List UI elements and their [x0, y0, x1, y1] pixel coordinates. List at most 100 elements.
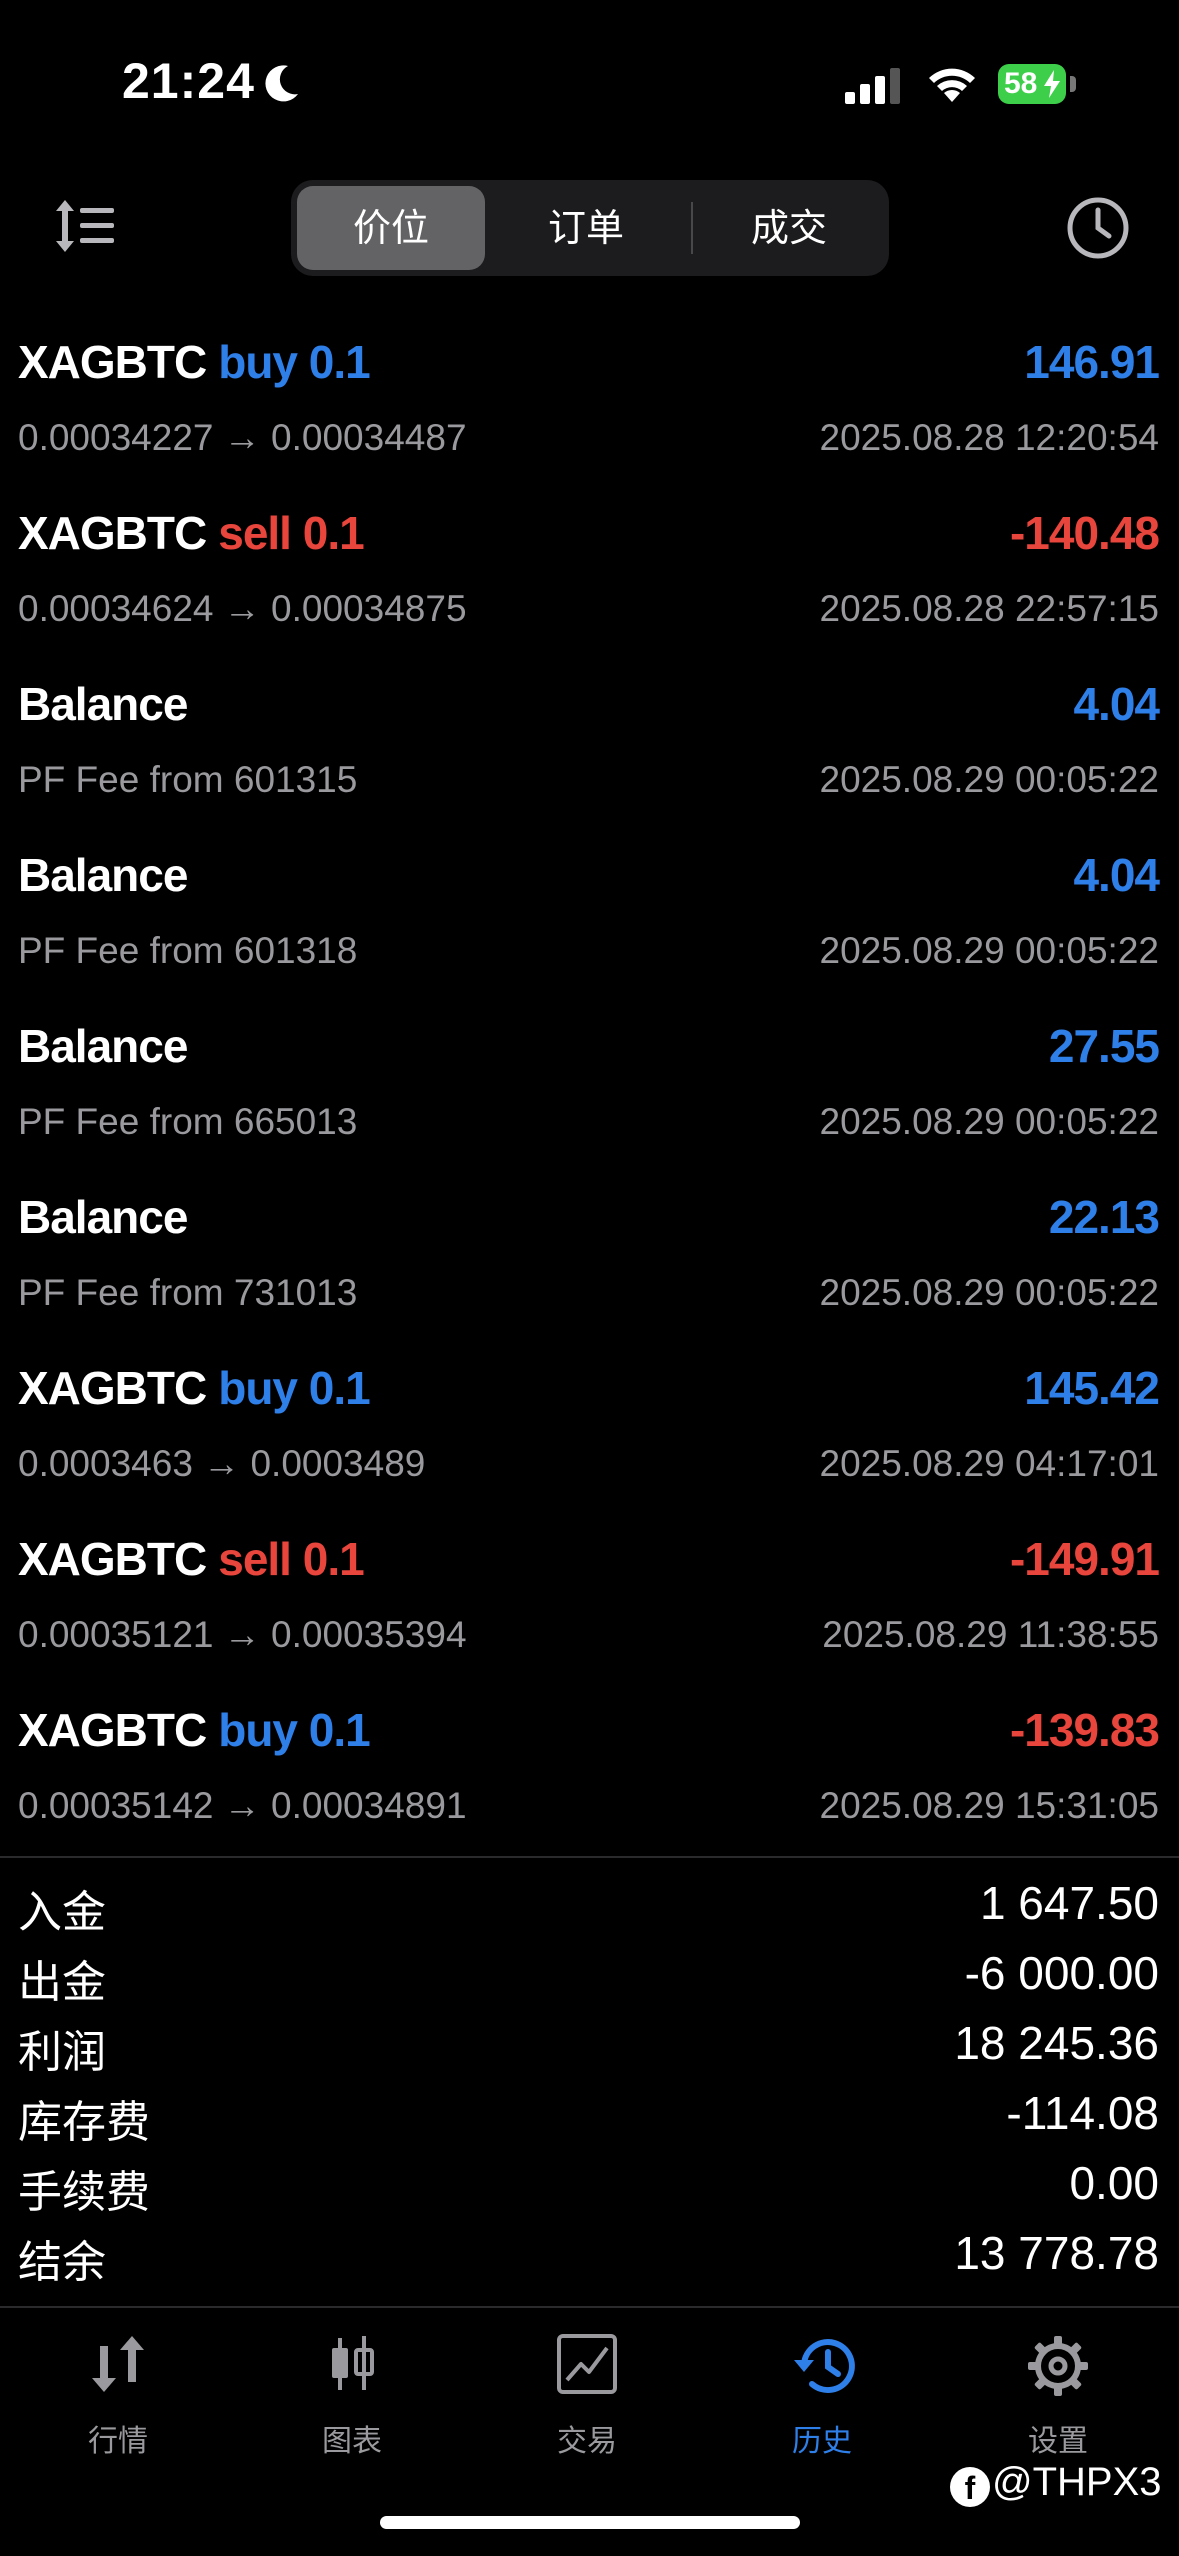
summary-value: 13 778.78: [954, 2227, 1159, 2279]
deal-detail: 0.00034624 → 0.00034875: [18, 588, 467, 629]
deal-row[interactable]: XAGBTC sell 0.1 0.00034624 → 0.00034875 -14…: [0, 486, 1179, 657]
deal-row[interactable]: XAGBTC buy 0.1 0.0003463 → 0.0003489 145.42…: [0, 1341, 1179, 1512]
deal-detail: PF Fee from 601315: [18, 759, 358, 800]
tab-history-label: 历史: [792, 2424, 852, 2459]
deal-row[interactable]: Balance PF Fee from 601318 4.04 2025.08.29 …: [0, 828, 1179, 999]
history-clock-icon: [794, 2339, 855, 2393]
summary-value: -114.08: [1006, 2087, 1159, 2139]
deal-side: buy 0.1: [218, 336, 371, 388]
clock-icon[interactable]: [1064, 194, 1132, 262]
divider: [0, 1856, 1179, 1858]
summary-value: 18 245.36: [954, 2017, 1159, 2069]
deal-detail: 0.00034227 → 0.00034487: [18, 417, 467, 458]
segment-deals[interactable]: 成交: [695, 186, 883, 270]
deal-datetime: 2025.08.29 04:17:01: [819, 1443, 1160, 1484]
summary-label: 库存费: [18, 2097, 150, 2148]
charging-bolt-icon: [1044, 70, 1060, 98]
battery-nub: [1070, 76, 1076, 92]
home-indicator[interactable]: [380, 2516, 800, 2529]
deal-title: Balance: [18, 848, 188, 902]
summary-label: 出金: [18, 1957, 106, 2008]
quotes-arrows-icon: [92, 2336, 144, 2392]
trade-chart-icon: [557, 2334, 617, 2394]
deal-datetime: 2025.08.28 12:20:54: [819, 417, 1160, 458]
summary-row: 库存费 -114.08: [0, 2078, 1179, 2148]
tab-history[interactable]: 历史: [732, 2310, 912, 2470]
deal-datetime: 2025.08.29 00:05:22: [819, 759, 1160, 800]
tab-settings[interactable]: 设置: [968, 2310, 1148, 2470]
deal-detail: PF Fee from 731013: [18, 1272, 358, 1313]
battery-indicator: 58: [998, 64, 1066, 104]
sort-icon[interactable]: [52, 198, 116, 254]
deal-title: Balance: [18, 1190, 188, 1244]
deal-datetime: 2025.08.28 22:57:15: [819, 588, 1160, 629]
deal-row[interactable]: Balance PF Fee from 665013 27.55 2025.08.29…: [0, 999, 1179, 1170]
deal-profit: 145.42: [1024, 1362, 1160, 1414]
deal-title: XAGBTC buy 0.1: [18, 1361, 371, 1415]
deal-row[interactable]: XAGBTC buy 0.1 0.00035142 → 0.00034891 -139…: [0, 1683, 1179, 1854]
deal-row[interactable]: XAGBTC buy 0.1 0.00034227 → 0.00034487 146.…: [0, 315, 1179, 486]
summary-label: 结余: [18, 2237, 106, 2288]
tab-trade-label: 交易: [557, 2424, 617, 2459]
summary-row: 利润 18 245.36: [0, 2008, 1179, 2078]
status-time: 21:24: [122, 53, 255, 109]
tab-quotes-label: 行情: [88, 2424, 148, 2459]
tab-settings-label: 设置: [1028, 2424, 1088, 2459]
moon-icon: [265, 65, 298, 102]
deal-datetime: 2025.08.29 00:05:22: [819, 930, 1160, 971]
segment-divider: [691, 202, 693, 254]
segment-orders[interactable]: 订单: [491, 186, 681, 270]
tab-charts[interactable]: 图表: [262, 2310, 442, 2470]
deal-side: sell 0.1: [218, 507, 364, 559]
summary-value: 1 647.50: [979, 1877, 1159, 1929]
deal-symbol: XAGBTC: [18, 1362, 207, 1414]
deal-symbol: Balance: [18, 1191, 188, 1243]
summary-row: 入金 1 647.50: [0, 1868, 1179, 1938]
deal-row[interactable]: XAGBTC sell 0.1 0.00035121 → 0.00035394 -14…: [0, 1512, 1179, 1683]
deal-title: XAGBTC sell 0.1: [18, 1532, 365, 1586]
deal-side: buy 0.1: [218, 1362, 371, 1414]
status-bar: 21:24 58: [0, 0, 1179, 170]
deal-datetime: 2025.08.29 00:05:22: [819, 1272, 1160, 1313]
summary-row: 结余 13 778.78: [0, 2218, 1179, 2288]
deal-title: Balance: [18, 1019, 188, 1073]
summary-label: 入金: [18, 1887, 106, 1938]
deal-profit: -139.83: [1009, 1704, 1160, 1756]
deal-title: XAGBTC buy 0.1: [18, 335, 371, 389]
deal-datetime: 2025.08.29 11:38:55: [822, 1614, 1159, 1655]
wifi-icon: [929, 68, 975, 102]
deal-side: buy 0.1: [218, 1704, 371, 1756]
summary-value: 0.00: [1069, 2157, 1159, 2209]
tab-quotes[interactable]: 行情: [28, 2310, 208, 2470]
deal-detail: 0.00035121 → 0.00035394: [18, 1614, 467, 1655]
battery-level: 58: [1004, 67, 1038, 100]
segmented-control: 价位 订单 成交: [291, 180, 889, 276]
deal-side: sell 0.1: [218, 1533, 364, 1585]
chart-candles-icon: [332, 2336, 374, 2390]
deal-profit: 27.55: [1048, 1020, 1160, 1072]
deal-profit: 146.91: [1024, 336, 1160, 388]
deal-row[interactable]: Balance PF Fee from 601315 4.04 2025.08.29 …: [0, 657, 1179, 828]
deal-profit: -149.91: [1009, 1533, 1160, 1585]
deal-symbol: Balance: [18, 849, 188, 901]
deal-title: XAGBTC buy 0.1: [18, 1703, 371, 1757]
deal-row[interactable]: Balance PF Fee from 731013 22.13 2025.08.29…: [0, 1170, 1179, 1341]
watermark-text: @THPX3: [992, 2460, 1162, 2504]
gear-icon: [1028, 2336, 1088, 2396]
deal-symbol: XAGBTC: [18, 1704, 207, 1756]
summary-section: 入金 1 647.50 出金 -6 000.00 利润 18 245.36 库存费 -114.…: [0, 1868, 1179, 2288]
deal-datetime: 2025.08.29 15:31:05: [819, 1785, 1160, 1826]
segment-positions[interactable]: 价位: [297, 186, 485, 270]
deal-profit: 4.04: [1073, 849, 1160, 901]
summary-label: 利润: [18, 2027, 106, 2078]
cellular-signal-icon: [845, 68, 900, 104]
deal-title: XAGBTC sell 0.1: [18, 506, 365, 560]
tab-trade[interactable]: 交易: [497, 2310, 677, 2470]
tab-charts-label: 图表: [322, 2424, 382, 2459]
deal-detail: 0.0003463 → 0.0003489: [18, 1443, 426, 1484]
deal-symbol: XAGBTC: [18, 507, 207, 559]
deal-title: Balance: [18, 677, 188, 731]
deals-list: XAGBTC buy 0.1 0.00034227 → 0.00034487 146.…: [0, 315, 1179, 1854]
deal-symbol: XAGBTC: [18, 336, 207, 388]
summary-label: 手续费: [18, 2167, 150, 2218]
